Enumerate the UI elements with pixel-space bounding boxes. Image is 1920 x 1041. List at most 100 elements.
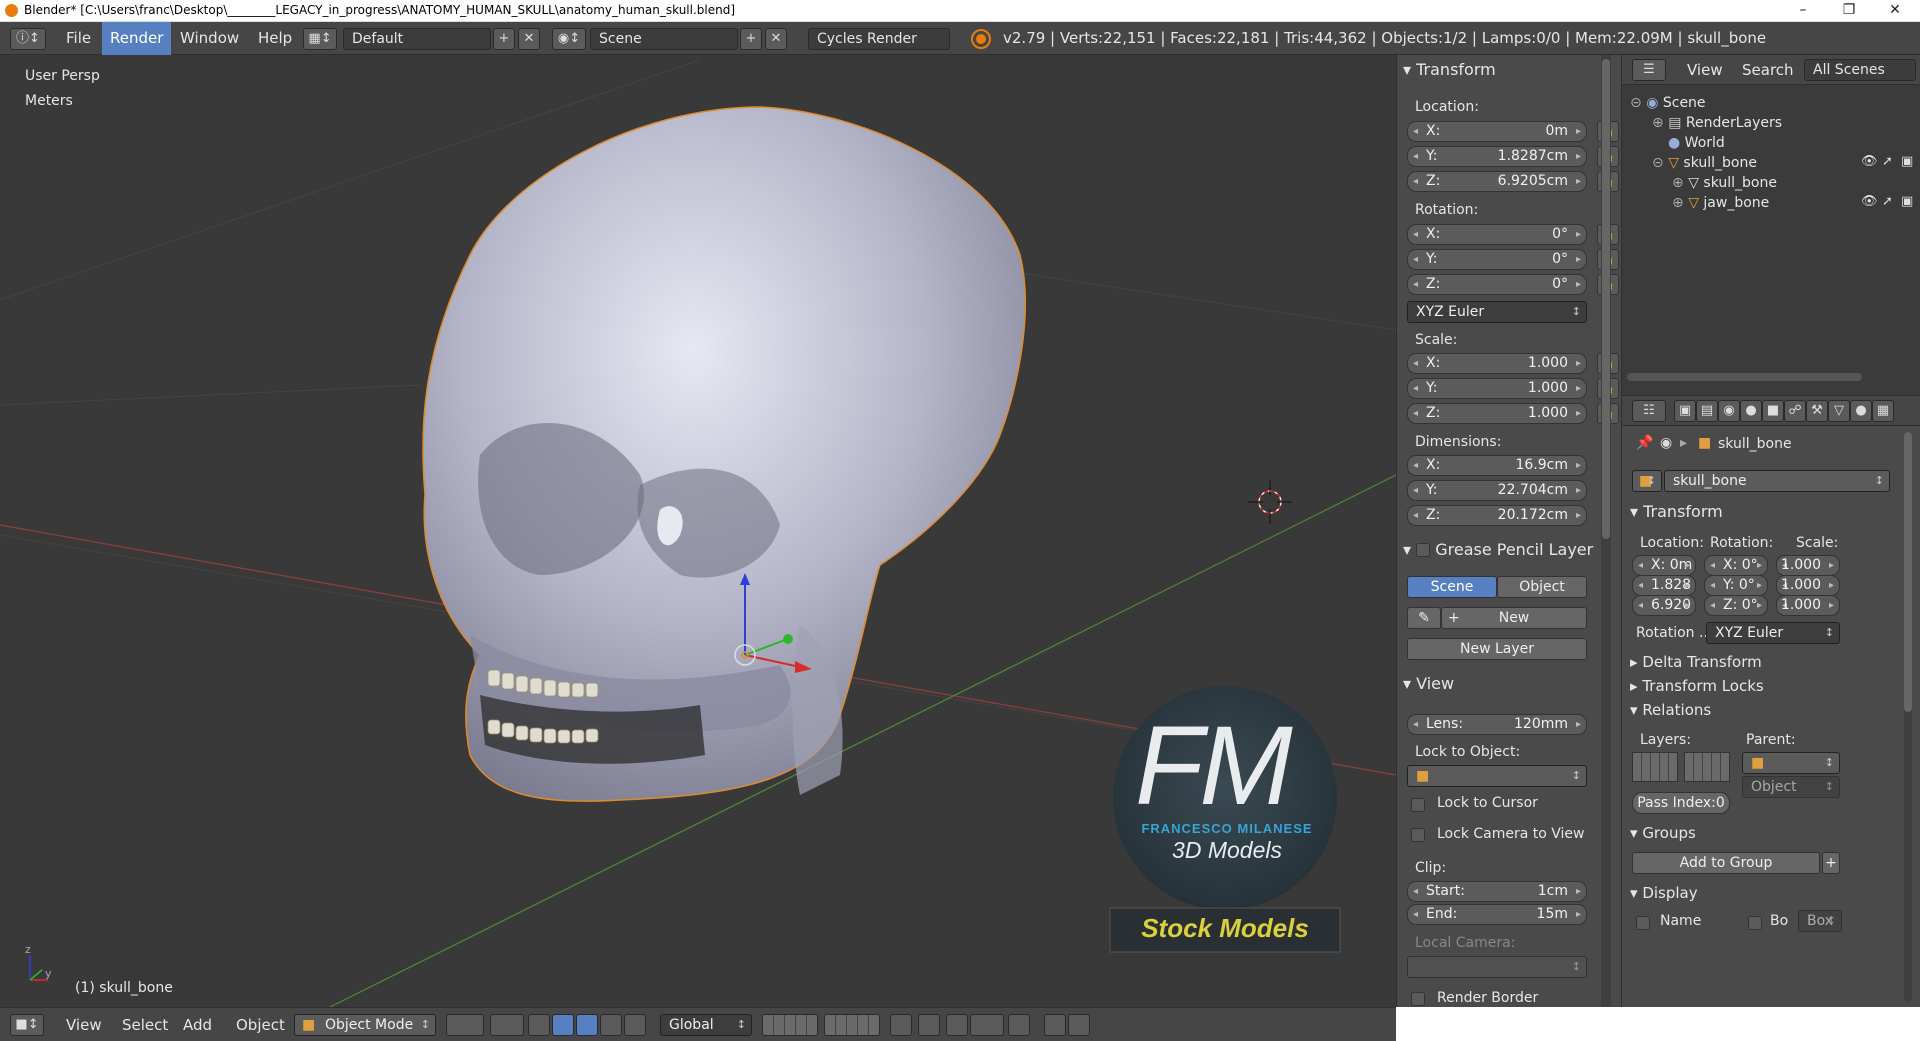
rotation-y-field[interactable]: Y: 0° <box>1704 575 1768 596</box>
render-border-checkbox[interactable] <box>1411 992 1425 1006</box>
remove-scene-icon[interactable]: ✕ <box>765 28 787 50</box>
properties-scrollbar[interactable] <box>1904 432 1912 1002</box>
grease-pencil-new-button[interactable]: + New <box>1441 607 1587 629</box>
grease-pencil-panel-header[interactable]: ▾ Grease Pencil Layer <box>1403 539 1593 561</box>
bounds-type-select[interactable]: Box <box>1798 910 1842 932</box>
location-y-field[interactable]: 1.828 <box>1632 575 1696 596</box>
menu-object[interactable]: Object <box>236 1008 285 1041</box>
skull-mesh[interactable] <box>422 106 1026 802</box>
editor-type-3d-view-icon[interactable]: ■↕ <box>10 1014 44 1036</box>
parent-field[interactable]: ■ <box>1742 752 1840 774</box>
material-tab-icon[interactable]: ● <box>1850 400 1872 422</box>
object-name-field[interactable]: skull_bone <box>1664 470 1890 492</box>
lens-field[interactable]: Lens: 120mm <box>1407 714 1587 735</box>
outliner-filter-select[interactable]: All Scenes <box>1804 59 1916 81</box>
editor-type-info-icon[interactable]: ⓘ↕ <box>10 28 46 50</box>
plus-icon[interactable]: + <box>1822 852 1840 874</box>
pivot-point-icon[interactable] <box>490 1014 524 1036</box>
scale-x-field[interactable]: 1.000 <box>1776 555 1840 576</box>
rotation-mode-select[interactable]: XYZ Euler <box>1706 622 1840 644</box>
shading-mode-icon[interactable] <box>446 1014 484 1036</box>
local-camera-field[interactable] <box>1407 956 1587 978</box>
cursor-select-icon[interactable]: ➚ <box>1882 194 1893 209</box>
display-panel-header[interactable]: ▾ Display <box>1630 882 1698 904</box>
outliner-item-skull-bone-mesh[interactable]: ⊕ ▽ skull_bone <box>1672 173 1920 193</box>
outliner-search-menu[interactable]: Search <box>1734 55 1802 85</box>
outliner-item-skull-bone[interactable]: ⊝ ▽ skull_bone <box>1652 153 1920 173</box>
rotation-y-field[interactable]: Y: 0° <box>1407 249 1587 270</box>
manipulator-space-icon[interactable] <box>624 1014 646 1036</box>
screen-layout-icon[interactable]: ▦↕ <box>303 28 337 50</box>
scale-y-field[interactable]: 1.000 <box>1776 575 1840 596</box>
pass-index-field[interactable]: Pass Index:0 <box>1632 792 1730 814</box>
relations-panel-header[interactable]: ▾ Relations <box>1630 699 1711 721</box>
scale-y-field[interactable]: Y: 1.000 <box>1407 378 1587 399</box>
editor-type-properties-icon[interactable]: ☷ <box>1632 400 1666 422</box>
transform-locks-panel-header[interactable]: ▸ Transform Locks <box>1630 675 1764 697</box>
location-z-field[interactable]: Z: 6.9205cm <box>1407 171 1587 192</box>
maximize-button[interactable]: ❐ <box>1826 0 1872 22</box>
bounds-checkbox[interactable] <box>1748 916 1762 930</box>
layers-grid-1[interactable] <box>1632 752 1678 782</box>
menu-view[interactable]: View <box>66 1008 102 1041</box>
scene-tab-icon[interactable]: ◉ <box>1718 400 1740 422</box>
proportional-edit-icon[interactable] <box>918 1014 940 1036</box>
snap-toggle-icon[interactable] <box>946 1014 968 1036</box>
pencil-icon[interactable]: ✎ <box>1407 607 1441 629</box>
checkbox-icon[interactable] <box>1416 543 1431 557</box>
3d-cursor-icon[interactable] <box>1248 480 1292 524</box>
pin-icon[interactable]: 📌 <box>1636 435 1653 451</box>
outliner-item-scene[interactable]: ⊝ ◉ Scene <box>1630 93 1910 113</box>
scale-manipulator-icon[interactable] <box>600 1014 622 1036</box>
minimize-button[interactable]: – <box>1780 0 1826 22</box>
data-tab-icon[interactable]: ▽ <box>1828 400 1850 422</box>
lock-cursor-checkbox[interactable] <box>1411 798 1425 812</box>
cursor-select-icon[interactable]: ➚ <box>1882 154 1893 169</box>
menu-render[interactable]: Render <box>102 22 172 55</box>
menu-window[interactable]: Window <box>172 22 247 55</box>
rotation-z-field[interactable]: Z: 0° <box>1407 274 1587 295</box>
menu-file[interactable]: File <box>58 22 99 55</box>
dimensions-z-field[interactable]: Z: 20.172cm <box>1407 505 1587 526</box>
object-browse-icon[interactable]: ■ <box>1632 470 1662 492</box>
scrollbar-thumb[interactable] <box>1904 432 1912 712</box>
mode-select[interactable]: Object Mode <box>294 1014 436 1036</box>
layers-grid-2[interactable] <box>1684 752 1730 782</box>
lock-layers-icon[interactable] <box>890 1014 912 1036</box>
lock-object-field[interactable]: ■ <box>1407 765 1587 787</box>
layers-grid-2[interactable] <box>824 1014 880 1036</box>
layers-tab-icon[interactable]: ▤ <box>1696 400 1718 422</box>
viewport-canvas[interactable]: z y <box>0 55 1396 1007</box>
eye-icon[interactable]: 👁 <box>1861 154 1878 169</box>
groups-panel-header[interactable]: ▾ Groups <box>1630 822 1696 844</box>
render-camera-icon[interactable]: ▣ <box>1901 194 1913 209</box>
transform-panel-header[interactable]: ▾ Transform <box>1630 501 1723 523</box>
view-panel-header[interactable]: ▾ View <box>1403 673 1454 695</box>
add-screen-icon[interactable]: + <box>493 28 515 50</box>
3d-viewport[interactable]: z y User Persp Meters (1) skull_bone FM … <box>0 55 1396 1007</box>
menu-select[interactable]: Select <box>122 1008 168 1041</box>
snap-target-icon[interactable] <box>1008 1014 1030 1036</box>
texture-tab-icon[interactable]: ▦ <box>1872 400 1894 422</box>
modifiers-tab-icon[interactable]: ⚒ <box>1806 400 1828 422</box>
eye-icon[interactable]: 👁 <box>1861 194 1878 209</box>
rotation-x-field[interactable]: X: 0° <box>1407 224 1587 245</box>
clip-end-field[interactable]: End: 15m <box>1407 904 1587 925</box>
location-z-field[interactable]: 6.920 <box>1632 595 1696 616</box>
editor-type-outliner-icon[interactable]: ☰ <box>1632 59 1666 81</box>
menu-help[interactable]: Help <box>250 22 300 55</box>
transform-orientation-select[interactable]: Global <box>660 1014 752 1036</box>
rotation-z-field[interactable]: Z: 0° <box>1704 595 1768 616</box>
add-to-group-button[interactable]: Add to Group <box>1632 852 1820 874</box>
dimensions-y-field[interactable]: Y: 22.704cm <box>1407 480 1587 501</box>
translate-manipulator-icon[interactable] <box>552 1014 574 1036</box>
name-checkbox[interactable] <box>1636 916 1650 930</box>
rotation-x-field[interactable]: X: 0° <box>1704 555 1768 576</box>
opengl-animation-icon[interactable] <box>1068 1014 1090 1036</box>
outliner-hscrollbar[interactable] <box>1627 373 1862 381</box>
outliner-view-menu[interactable]: View <box>1679 55 1731 85</box>
constraints-tab-icon[interactable]: ☍ <box>1784 400 1806 422</box>
outliner-item-world[interactable]: ● World <box>1652 133 1920 153</box>
scene-select[interactable]: Scene <box>590 28 738 50</box>
remove-screen-icon[interactable]: ✕ <box>518 28 540 50</box>
